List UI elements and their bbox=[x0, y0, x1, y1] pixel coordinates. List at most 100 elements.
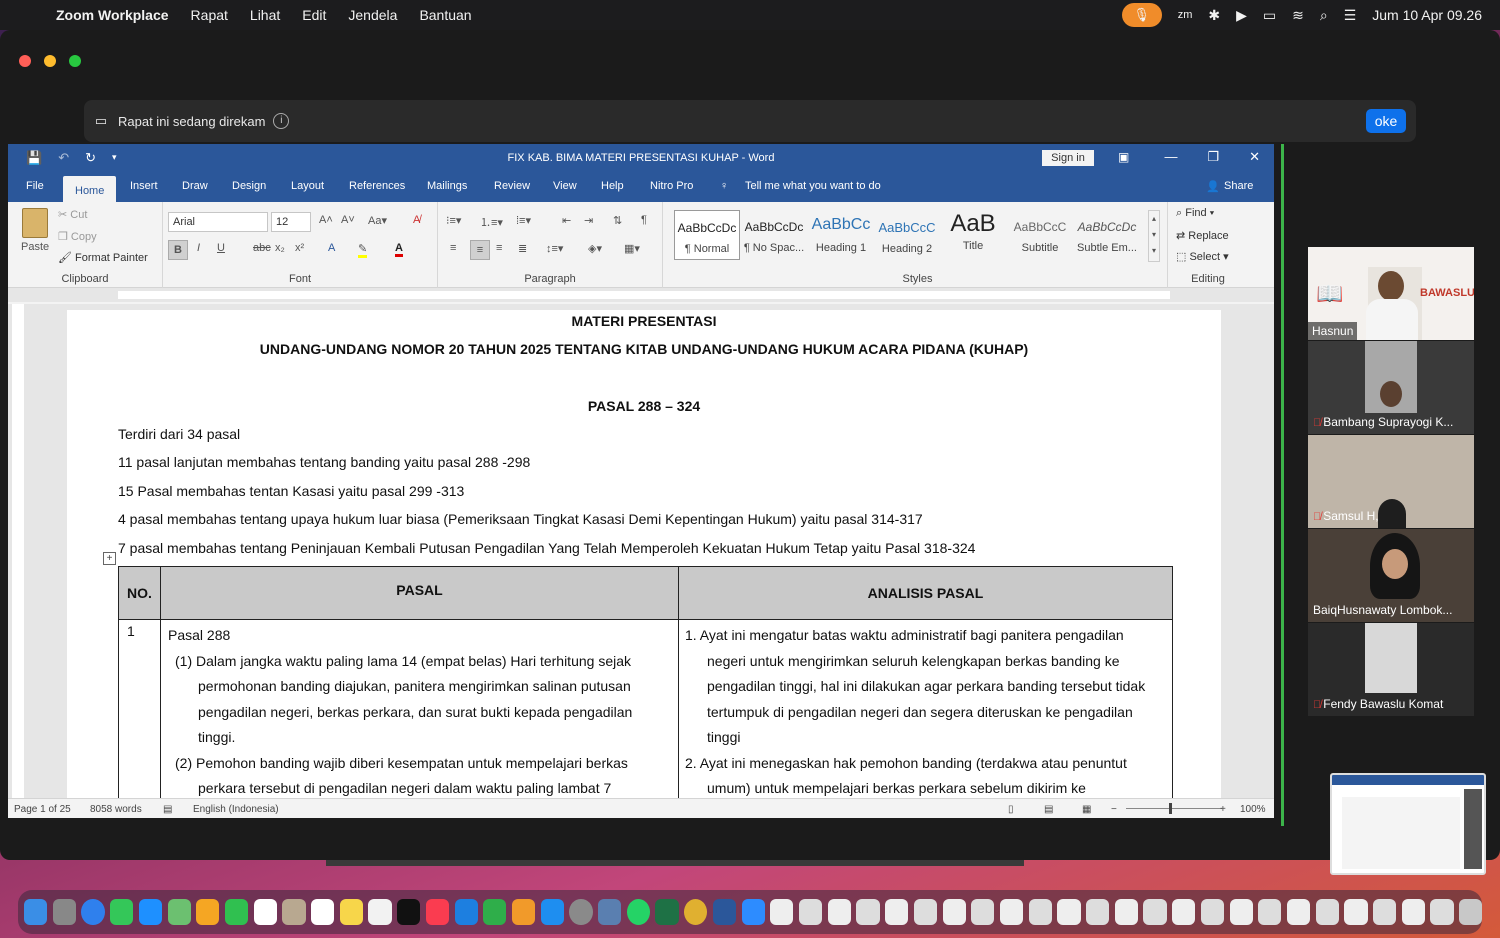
font-name-select[interactable]: Arial bbox=[168, 212, 268, 232]
borders-icon[interactable]: ▦▾ bbox=[624, 242, 640, 255]
maps-icon[interactable] bbox=[167, 899, 191, 925]
tab-mailings[interactable]: Mailings bbox=[427, 180, 467, 192]
finder-icon[interactable] bbox=[24, 899, 48, 925]
italic-icon[interactable]: I bbox=[197, 242, 200, 254]
wifi-icon[interactable]: ≋ bbox=[1292, 7, 1304, 24]
page-count[interactable]: Page 1 of 25 bbox=[14, 804, 71, 815]
proofing-icon[interactable]: ▤ bbox=[163, 804, 172, 815]
document-thumbnail-icon[interactable] bbox=[971, 899, 995, 925]
finder-alt-icon[interactable] bbox=[598, 899, 622, 925]
freeform-icon[interactable] bbox=[368, 899, 392, 925]
document-thumbnail-icon[interactable] bbox=[1286, 899, 1311, 925]
tab-draw[interactable]: Draw bbox=[182, 180, 208, 192]
underline-icon[interactable]: U bbox=[217, 242, 225, 254]
web-layout-icon[interactable]: ▦ bbox=[1082, 804, 1091, 815]
align-center-icon[interactable]: ≡ bbox=[470, 240, 490, 260]
maximize-window-button[interactable] bbox=[69, 55, 81, 67]
shrink-font-icon[interactable]: A˅ bbox=[341, 214, 355, 226]
show-formatting-icon[interactable]: ¶ bbox=[641, 214, 647, 226]
menu-lihat[interactable]: Lihat bbox=[250, 7, 280, 23]
change-case-icon[interactable]: Aa▾ bbox=[368, 214, 387, 227]
clear-formatting-icon[interactable]: A̸ bbox=[413, 214, 420, 226]
app-store-icon[interactable] bbox=[540, 899, 564, 925]
ribbon-display-icon[interactable]: ▣ bbox=[1118, 150, 1129, 164]
reminders-icon[interactable] bbox=[311, 899, 335, 925]
document-thumbnail-icon[interactable] bbox=[1344, 899, 1368, 925]
cut-button[interactable]: ✂ Cut bbox=[58, 208, 87, 221]
document-thumbnail-icon[interactable] bbox=[770, 899, 794, 925]
contacts-icon[interactable] bbox=[282, 899, 306, 925]
document-thumbnail-icon[interactable] bbox=[1172, 899, 1196, 925]
document-thumbnail-icon[interactable] bbox=[999, 899, 1024, 925]
spotlight-search-icon[interactable]: ⌕ bbox=[1320, 7, 1328, 24]
align-right-icon[interactable]: ≡ bbox=[496, 242, 502, 254]
keynote-icon[interactable] bbox=[454, 899, 478, 925]
participant-tile[interactable]: BAWASLU 📖 Hasnun bbox=[1308, 247, 1474, 340]
document-thumbnail-icon[interactable] bbox=[1143, 899, 1167, 925]
style-title[interactable]: AaB Title bbox=[940, 210, 1006, 260]
document-thumbnail-icon[interactable] bbox=[798, 899, 823, 925]
zoom-slider-thumb[interactable] bbox=[1169, 803, 1172, 814]
subscript-icon[interactable]: x₂ bbox=[275, 242, 285, 254]
tab-review[interactable]: Review bbox=[494, 180, 530, 192]
text-effects-icon[interactable]: A bbox=[328, 242, 335, 254]
minimize-window-button[interactable] bbox=[44, 55, 56, 67]
document-thumbnail-icon[interactable] bbox=[1315, 899, 1339, 925]
style-no-spacing[interactable]: AaBbCcDc ¶ No Spac... bbox=[741, 210, 807, 260]
document-thumbnail-icon[interactable] bbox=[1028, 899, 1052, 925]
superscript-icon[interactable]: x² bbox=[295, 242, 304, 254]
zoom-icon[interactable] bbox=[741, 899, 765, 925]
whatsapp-icon[interactable] bbox=[626, 899, 650, 925]
document-thumbnail-icon[interactable] bbox=[942, 899, 966, 925]
zoom-out-icon[interactable]: − bbox=[1111, 804, 1117, 815]
menu-rapat[interactable]: Rapat bbox=[191, 7, 228, 23]
sign-in-button[interactable]: Sign in bbox=[1042, 150, 1094, 166]
battery-icon[interactable]: ▭ bbox=[1263, 7, 1276, 24]
table-move-handle-icon[interactable]: + bbox=[103, 552, 116, 565]
document-area[interactable]: MATERI PRESENTASI UNDANG-UNDANG NOMOR 20… bbox=[8, 304, 1274, 818]
tab-references[interactable]: References bbox=[349, 180, 405, 192]
document-thumbnail-icon[interactable] bbox=[1373, 899, 1397, 925]
system-settings-icon[interactable] bbox=[569, 899, 593, 925]
select-button[interactable]: ⬚ Select ▾ bbox=[1176, 250, 1229, 263]
shared-screen-thumbnail[interactable] bbox=[1330, 773, 1486, 875]
justify-icon[interactable]: ≣ bbox=[518, 242, 527, 255]
word-count[interactable]: 8058 words bbox=[90, 804, 142, 815]
clock[interactable]: Jum 10 Apr 09.26 bbox=[1372, 7, 1482, 23]
highlight-icon[interactable]: ✎ bbox=[358, 242, 368, 258]
word-icon[interactable] bbox=[712, 899, 737, 925]
notes-icon[interactable] bbox=[339, 899, 363, 925]
tab-file[interactable]: File bbox=[26, 180, 44, 192]
sort-icon[interactable]: ⇅ bbox=[613, 214, 622, 227]
font-size-select[interactable]: 12 bbox=[271, 212, 311, 232]
trash-icon[interactable] bbox=[1459, 899, 1483, 925]
style-heading-2[interactable]: AaBbCcC Heading 2 bbox=[874, 210, 940, 260]
excel-icon[interactable] bbox=[655, 899, 679, 925]
facetime-icon[interactable] bbox=[224, 899, 249, 925]
multilevel-list-icon[interactable]: ⁞≡▾ bbox=[516, 214, 531, 227]
bluetooth-icon[interactable]: ✱ bbox=[1208, 7, 1220, 24]
messages-icon[interactable] bbox=[110, 899, 134, 925]
tab-layout[interactable]: Layout bbox=[291, 180, 324, 192]
participant-tile[interactable]: BaiqHusnawaty Lombok... bbox=[1308, 529, 1474, 622]
document-thumbnail-icon[interactable] bbox=[913, 899, 937, 925]
tab-home[interactable]: Home bbox=[63, 176, 117, 202]
horizontal-ruler[interactable] bbox=[8, 288, 1274, 302]
music-icon[interactable] bbox=[425, 899, 450, 925]
zoom-level[interactable]: 100% bbox=[1240, 804, 1266, 815]
tab-insert[interactable]: Insert bbox=[130, 180, 158, 192]
document-thumbnail-icon[interactable] bbox=[1401, 899, 1425, 925]
copy-button[interactable]: ❐ Copy bbox=[58, 230, 97, 243]
decrease-indent-icon[interactable]: ⇤ bbox=[562, 214, 571, 227]
style-normal[interactable]: AaBbCcDc ¶ Normal bbox=[674, 210, 740, 260]
format-painter-button[interactable]: 🖌 Format Painter bbox=[58, 251, 148, 264]
style-heading-1[interactable]: AaBbCc Heading 1 bbox=[808, 210, 874, 260]
info-icon[interactable]: i bbox=[273, 113, 290, 129]
microphone-icon[interactable]: 🎙 bbox=[1121, 3, 1162, 27]
document-thumbnail-icon[interactable] bbox=[1114, 899, 1138, 925]
strikethrough-icon[interactable]: abc bbox=[253, 242, 271, 254]
launchpad-icon[interactable] bbox=[52, 899, 76, 925]
language-status[interactable]: English (Indonesia) bbox=[193, 804, 279, 815]
find-button[interactable]: ⌕ Find ▾ bbox=[1176, 207, 1214, 220]
print-layout-icon[interactable]: ▤ bbox=[1044, 804, 1053, 815]
